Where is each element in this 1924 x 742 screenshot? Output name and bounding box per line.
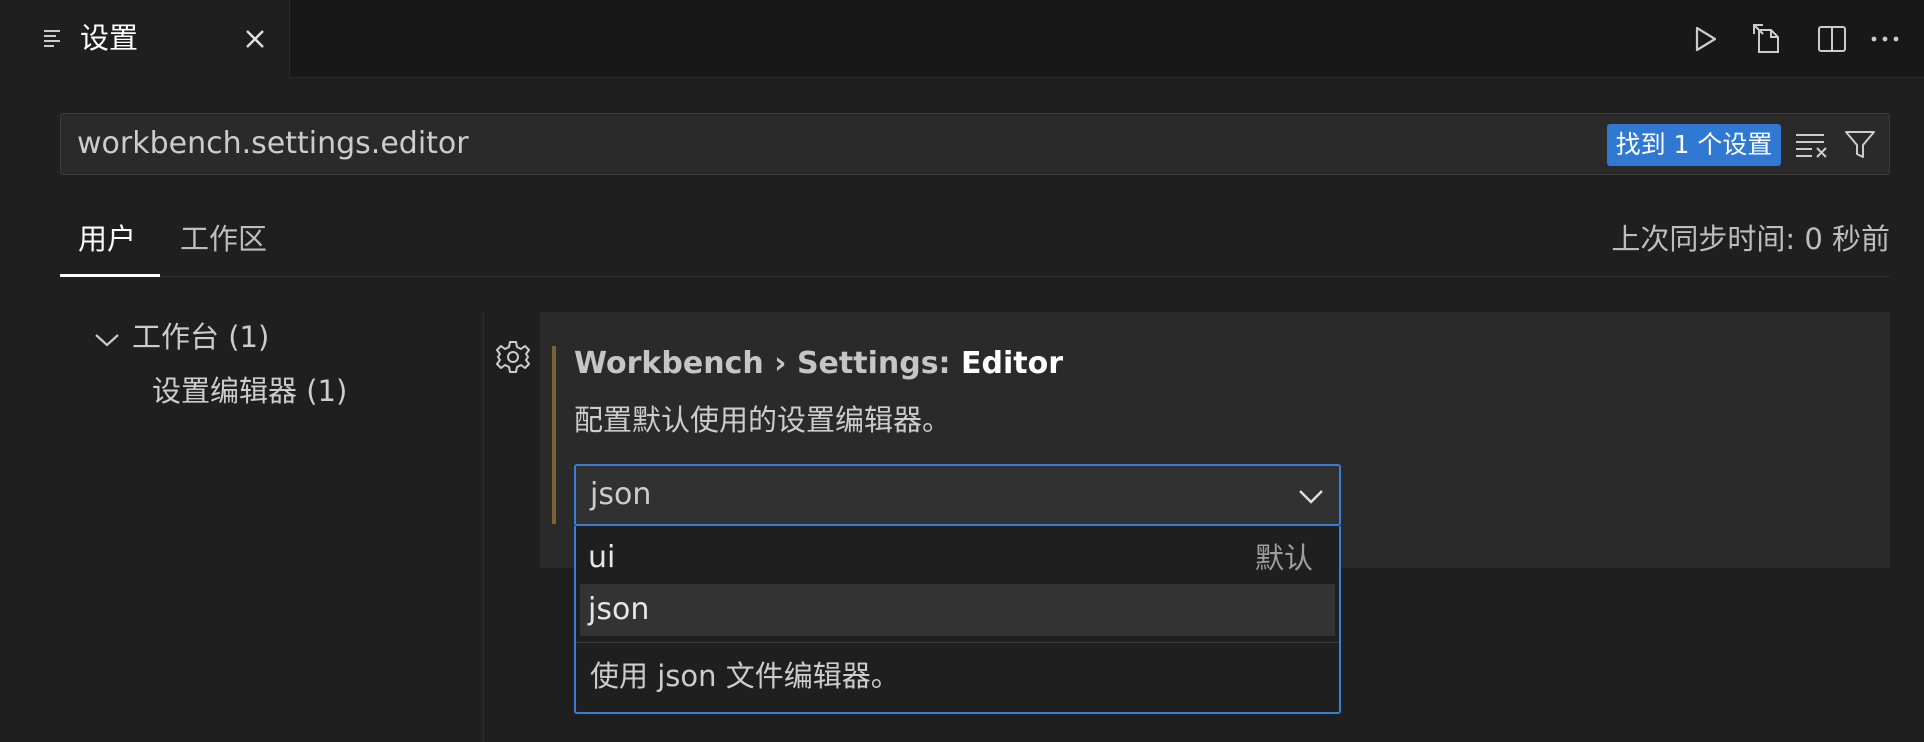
sync-status: 上次同步时间: 0 秒前 [1611, 222, 1890, 256]
tab-user[interactable]: 用户 [60, 215, 160, 277]
settings-list-icon [42, 28, 64, 50]
more-actions-icon[interactable] [1866, 20, 1904, 58]
editor-tab-bar: 设置 [0, 0, 1924, 78]
select-dropdown-list: ui 默认 json 使用 json 文件编辑器。 [574, 526, 1341, 714]
split-editor-icon[interactable] [1813, 20, 1851, 58]
close-icon[interactable] [240, 24, 270, 54]
option-label: ui [588, 540, 616, 575]
setting-description: 配置默认使用的设置编辑器。 [574, 403, 952, 437]
search-result-count-badge: 找到 1 个设置 [1607, 124, 1781, 166]
chevron-down-icon[interactable] [93, 330, 121, 350]
dropdown-option-json[interactable]: json [580, 584, 1335, 636]
run-icon[interactable] [1686, 20, 1724, 58]
chevron-down-icon[interactable] [1296, 484, 1326, 508]
toc-item-workbench[interactable]: 工作台 (1) [132, 316, 269, 358]
setting-title-key: Editor [961, 346, 1063, 381]
open-settings-json-icon[interactable] [1749, 20, 1787, 58]
settings-search-input[interactable]: workbench.settings.editor 找到 1 个设置 [60, 113, 1890, 175]
setting-title-prefix: Workbench › Settings: [574, 346, 961, 381]
settings-scope-tabs: 用户 工作区 上次同步时间: 0 秒前 [60, 215, 1890, 277]
dropdown-separator [576, 642, 1339, 643]
option-description: 使用 json 文件编辑器。 [590, 659, 900, 693]
settings-toc [60, 300, 480, 742]
tab-title: 设置 [80, 21, 139, 55]
option-default-badge: 默认 [1254, 541, 1313, 575]
toc-divider [483, 312, 484, 742]
setting-title: Workbench › Settings: Editor [574, 344, 1063, 384]
dropdown-option-ui[interactable]: ui 默认 [580, 532, 1335, 584]
tab-settings[interactable]: 设置 [0, 0, 290, 78]
clear-filter-icon[interactable] [1793, 126, 1831, 164]
toc-item-settings-editor[interactable]: 设置编辑器 (1) [152, 370, 347, 412]
select-value: json [590, 477, 652, 512]
gear-icon[interactable] [494, 338, 532, 376]
setting-value-select[interactable]: json [574, 464, 1341, 526]
search-value[interactable]: workbench.settings.editor [77, 124, 469, 164]
filter-icon[interactable] [1841, 126, 1879, 164]
option-label: json [588, 592, 650, 627]
modified-indicator [552, 346, 556, 524]
tab-workspace[interactable]: 工作区 [180, 215, 300, 277]
